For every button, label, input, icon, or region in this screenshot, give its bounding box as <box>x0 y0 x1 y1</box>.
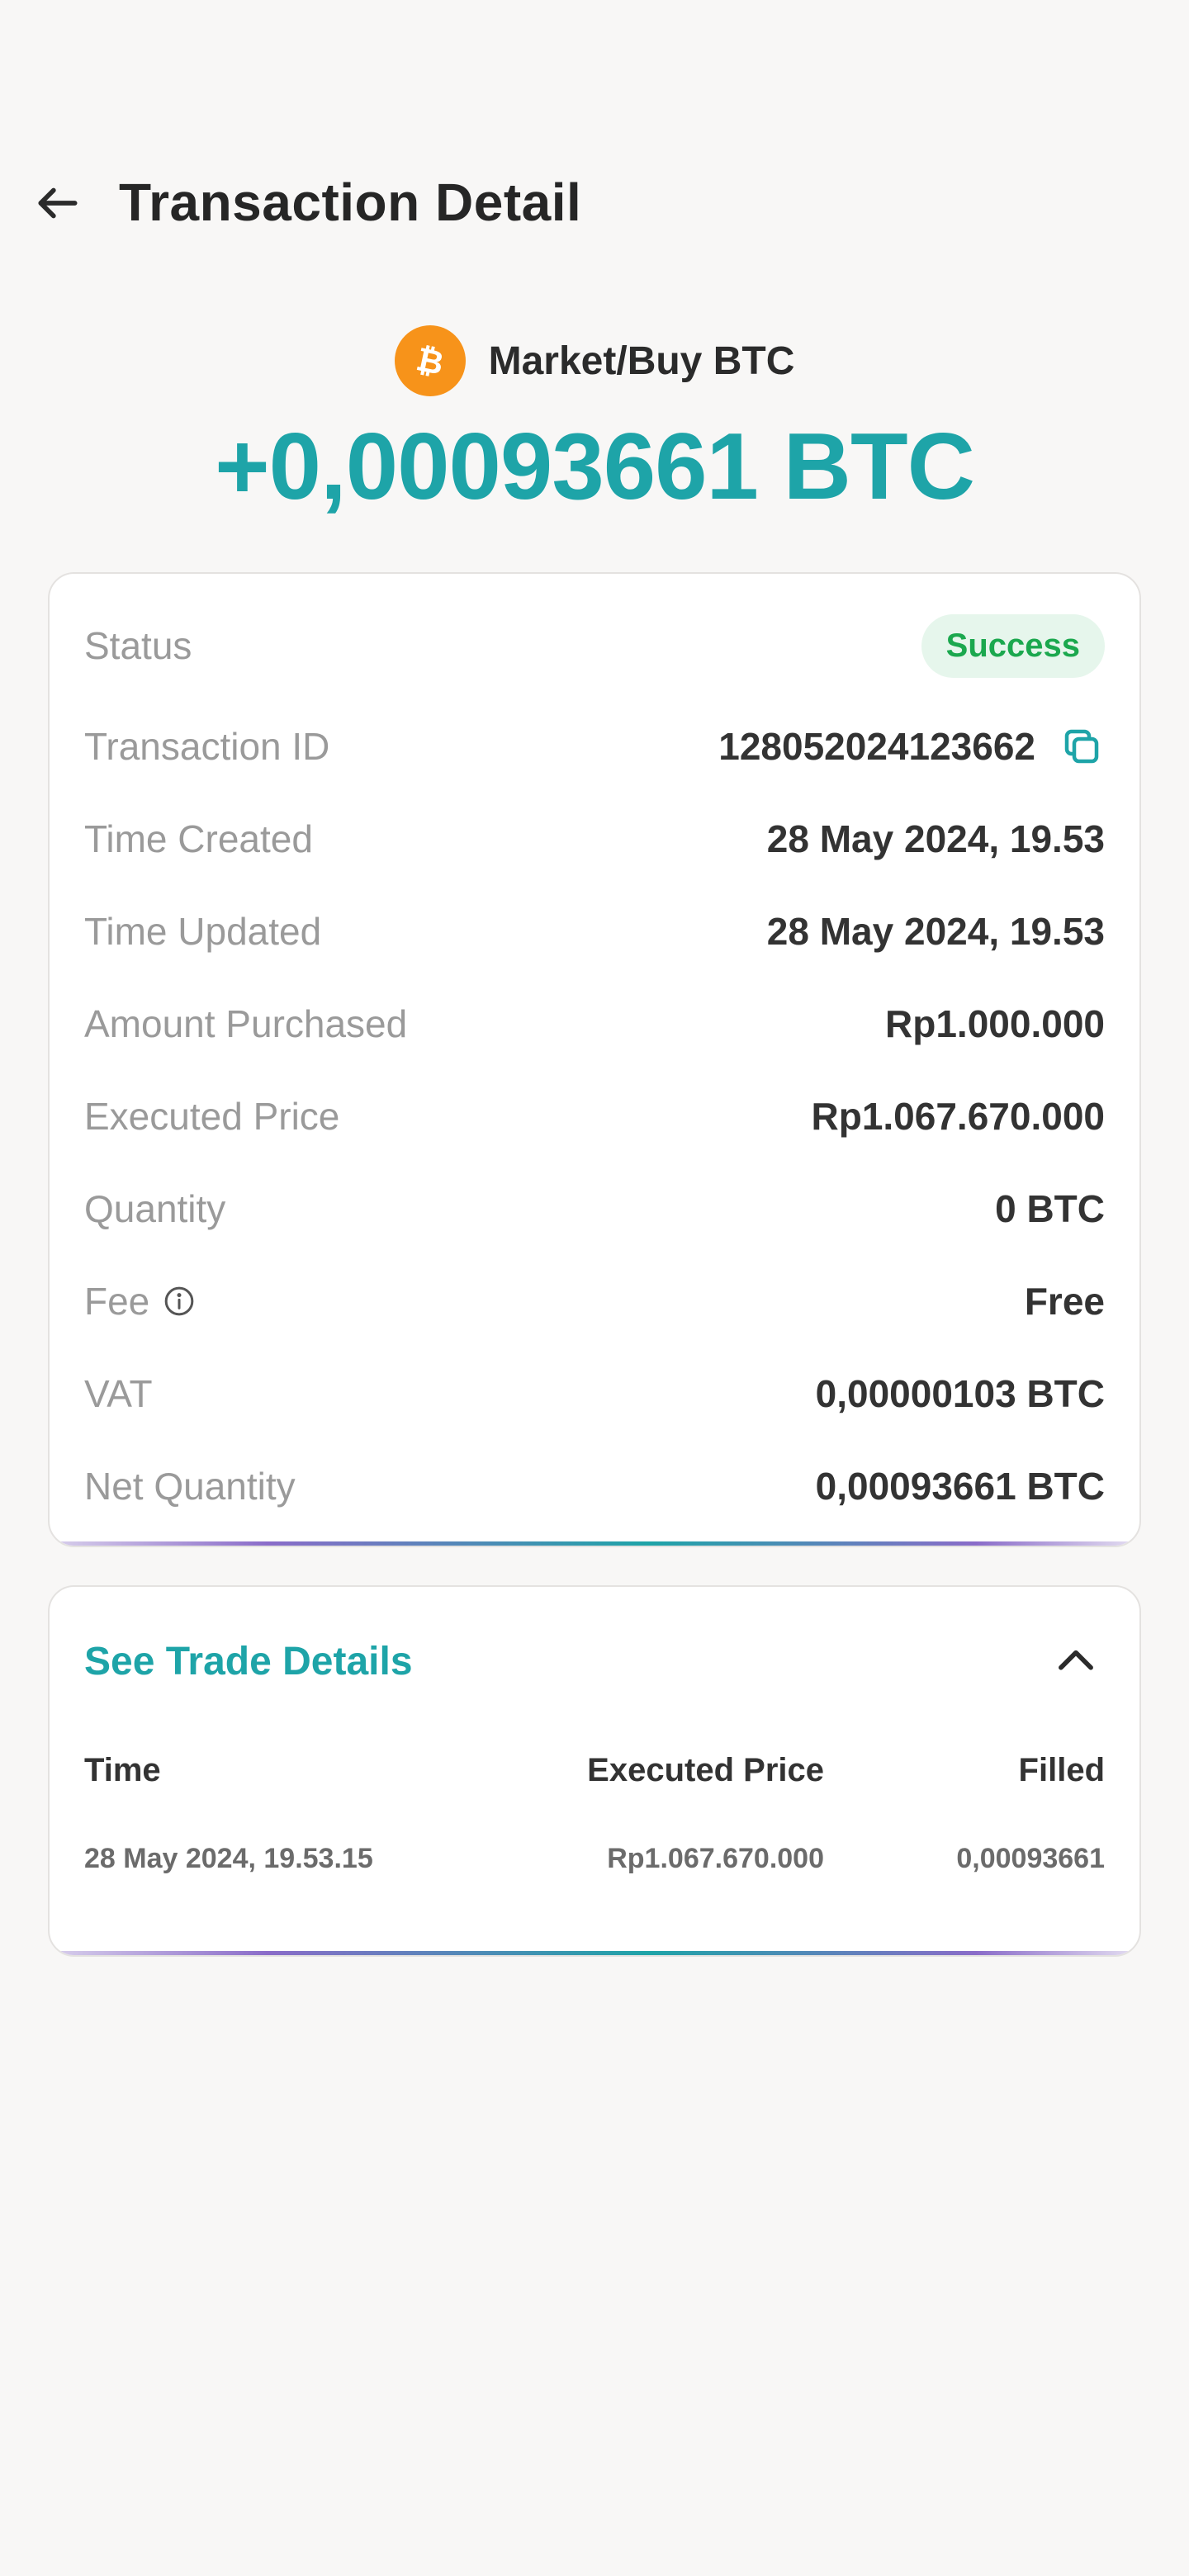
column-header-executed-price: Executed Price <box>587 1752 824 1788</box>
quantity-value: 0 BTC <box>995 1187 1105 1230</box>
vat-row: VAT 0,00000103 BTC <box>84 1365 1105 1423</box>
quantity-label: Quantity <box>84 1187 226 1230</box>
amount-purchased-value: Rp1.000.000 <box>885 1002 1105 1045</box>
column-header-time: Time <box>84 1752 161 1788</box>
trade-details-card: See Trade Details Time Executed Price Fi… <box>48 1585 1141 1957</box>
vat-label: VAT <box>84 1372 153 1415</box>
transaction-details-card: Status Success Transaction ID 1280520241… <box>48 572 1141 1547</box>
time-created-row: Time Created 28 May 2024, 19.53 <box>84 810 1105 868</box>
transaction-amount: +0,00093661 BTC <box>215 414 975 519</box>
arrow-left-icon <box>38 187 78 219</box>
time-updated-row: Time Updated 28 May 2024, 19.53 <box>84 902 1105 960</box>
transaction-summary: ₿ Market/Buy BTC <box>0 325 1189 396</box>
trade-table-header: Time Executed Price Filled <box>84 1752 1105 1802</box>
transaction-id-label: Transaction ID <box>84 725 330 768</box>
trade-details-title[interactable]: See Trade Details <box>84 1639 413 1684</box>
fee-value: Free <box>1024 1280 1105 1323</box>
amount-purchased-label: Amount Purchased <box>84 1002 408 1045</box>
amount-purchased-row: Amount Purchased Rp1.000.000 <box>84 995 1105 1053</box>
transaction-id-value: 128052024123662 <box>718 723 1105 769</box>
bitcoin-symbol: ₿ <box>413 340 447 383</box>
time-created-label: Time Created <box>84 817 313 860</box>
svg-text:₿: ₿ <box>413 340 447 383</box>
page-title: Transaction Detail <box>119 173 582 232</box>
trade-time-cell: 28 May 2024, 19.53.15 <box>84 1843 373 1874</box>
status-row: Status Success <box>84 608 1105 683</box>
copy-button[interactable] <box>1059 723 1105 769</box>
copy-icon <box>1064 729 1099 764</box>
trade-price-cell: Rp1.067.670.000 <box>607 1843 824 1874</box>
quantity-row: Quantity 0 BTC <box>84 1180 1105 1238</box>
order-type-label: Market/Buy BTC <box>488 339 795 383</box>
back-button[interactable] <box>30 175 86 231</box>
info-icon[interactable] <box>163 1285 196 1318</box>
fee-row: Fee Free <box>84 1272 1105 1330</box>
time-updated-value: 28 May 2024, 19.53 <box>766 910 1105 953</box>
status-badge: Success <box>921 613 1105 678</box>
net-quantity-row: Net Quantity 0,00093661 BTC <box>84 1457 1105 1515</box>
trade-table: Time Executed Price Filled 28 May 2024, … <box>84 1752 1105 1892</box>
executed-price-value: Rp1.067.670.000 <box>811 1095 1106 1138</box>
executed-price-label: Executed Price <box>84 1095 340 1138</box>
time-created-value: 28 May 2024, 19.53 <box>766 817 1105 860</box>
time-updated-label: Time Updated <box>84 910 322 953</box>
executed-price-row: Executed Price Rp1.067.670.000 <box>84 1087 1105 1145</box>
top-bar: Transaction Detail <box>0 157 1189 248</box>
net-quantity-label: Net Quantity <box>84 1465 296 1508</box>
status-label: Status <box>84 624 192 667</box>
fee-label-group: Fee <box>84 1279 196 1324</box>
chevron-up-icon <box>1059 1650 1093 1670</box>
transaction-id-row: Transaction ID 128052024123662 <box>84 717 1105 775</box>
column-header-filled: Filled <box>1018 1752 1105 1788</box>
transaction-id-text[interactable]: 128052024123662 <box>718 724 1035 769</box>
vat-value: 0,00000103 BTC <box>815 1372 1105 1415</box>
net-quantity-value: 0,00093661 BTC <box>815 1465 1105 1508</box>
collapse-button[interactable] <box>1047 1632 1105 1690</box>
table-row: 28 May 2024, 19.53.15 Rp1.067.670.000 0,… <box>84 1843 1105 1892</box>
trade-filled-cell: 0,00093661 <box>956 1843 1105 1874</box>
bitcoin-icon: ₿ <box>394 325 466 396</box>
fee-label: Fee <box>84 1280 150 1323</box>
trade-details-toggle[interactable]: See Trade Details <box>84 1628 1105 1694</box>
